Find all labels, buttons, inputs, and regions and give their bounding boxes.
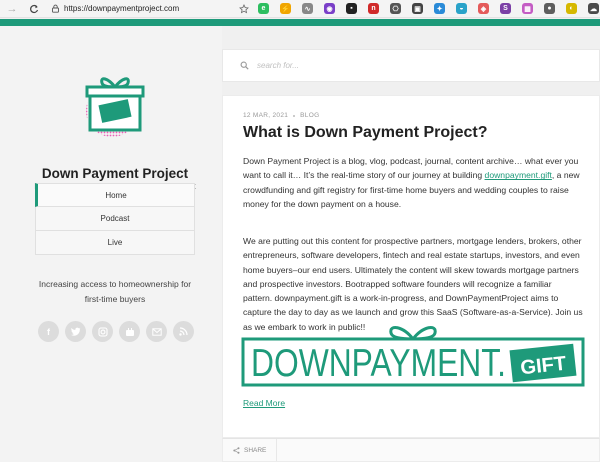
search-input[interactable] <box>257 61 457 70</box>
circle-ext-icon[interactable]: ◉ <box>324 3 335 14</box>
evernote-icon[interactable]: e <box>258 3 269 14</box>
read-more-link[interactable]: Read More <box>243 398 285 408</box>
gift-logo-icon[interactable] <box>82 56 146 138</box>
shield-ext-icon[interactable]: ✦ <box>434 3 445 14</box>
instagram-icon[interactable] <box>92 321 113 342</box>
red-ext-icon[interactable]: ◈ <box>478 3 489 14</box>
sidebar-item-home[interactable]: Home <box>35 183 195 207</box>
cloud-ext-icon[interactable]: ☁ <box>588 3 599 14</box>
sidebar-item-live[interactable]: Live <box>35 231 195 255</box>
sidebar-description: Increasing access to homeownership for f… <box>38 279 192 304</box>
site-title[interactable]: Down Payment Project <box>0 166 230 181</box>
reader-mode-icon[interactable] <box>238 3 250 15</box>
social-links: f <box>38 321 194 342</box>
url-text: https://downpaymentproject.com <box>64 4 180 13</box>
sidebar-menu: Home Podcast Live <box>35 183 195 255</box>
moon-ext-icon[interactable]: ◐ <box>566 3 577 14</box>
n-ext-icon[interactable]: n <box>368 3 379 14</box>
reload-icon[interactable] <box>26 1 42 17</box>
downpayment-gift-link[interactable]: downpayment.gift <box>485 170 552 180</box>
post-meta: 12 MAR, 2021 BLOG <box>243 112 319 119</box>
blog-post-card: 12 MAR, 2021 BLOG What is Down Payment P… <box>222 95 600 438</box>
site-accent-bar <box>0 19 600 26</box>
post-title[interactable]: What is Down Payment Project? <box>243 124 487 142</box>
banner-wordmark: DOWNPAYMENT. <box>251 342 506 385</box>
share-icon <box>233 446 240 454</box>
post-date: 12 MAR, 2021 <box>243 112 289 119</box>
ublock-icon[interactable]: ∿ <box>302 3 313 14</box>
downpayment-gift-banner: DOWNPAYMENT. GIFT <box>241 326 585 387</box>
info-icon[interactable] <box>50 4 60 14</box>
email-icon[interactable] <box>146 321 167 342</box>
dark-ext-icon[interactable]: ▪ <box>346 3 357 14</box>
sidebar-item-podcast[interactable]: Podcast <box>35 207 195 231</box>
sidebar: Down Payment Project Follow along as we … <box>0 26 222 462</box>
share-label: SHARE <box>244 446 267 454</box>
bolt-icon[interactable]: ⚡ <box>280 3 291 14</box>
user-ext-icon[interactable]: ● <box>544 3 555 14</box>
address-bar[interactable]: https://downpaymentproject.com <box>50 2 220 16</box>
post-footer: SHARE <box>222 438 600 462</box>
share-button[interactable]: SHARE <box>223 439 278 461</box>
facebook-icon[interactable]: f <box>38 321 59 342</box>
search-icon <box>239 61 249 71</box>
back-arrow-icon[interactable]: → <box>4 1 20 17</box>
post-paragraph-1: Down Payment Project is a blog, vlog, po… <box>243 154 583 211</box>
twitter-icon[interactable] <box>65 321 86 342</box>
browser-toolbar: → https://downpaymentproject.com e ⚡ ∿ ◉ ▪ n ⎔… <box>0 0 600 18</box>
post-category[interactable]: BLOG <box>300 112 319 119</box>
whale-ext-icon[interactable]: ◒ <box>456 3 467 14</box>
post-paragraph-2: We are putting out this content for pros… <box>243 236 583 332</box>
rss-icon[interactable] <box>173 321 194 342</box>
youtube-icon[interactable] <box>119 321 140 342</box>
search-bar[interactable] <box>222 49 600 82</box>
bookmark-ext-icon[interactable]: ⎔ <box>390 3 401 14</box>
frame-ext-icon[interactable]: ▣ <box>412 3 423 14</box>
image-ext-icon[interactable]: ▦ <box>522 3 533 14</box>
meta-separator <box>293 114 296 117</box>
s-ext-icon[interactable]: S <box>500 3 511 14</box>
